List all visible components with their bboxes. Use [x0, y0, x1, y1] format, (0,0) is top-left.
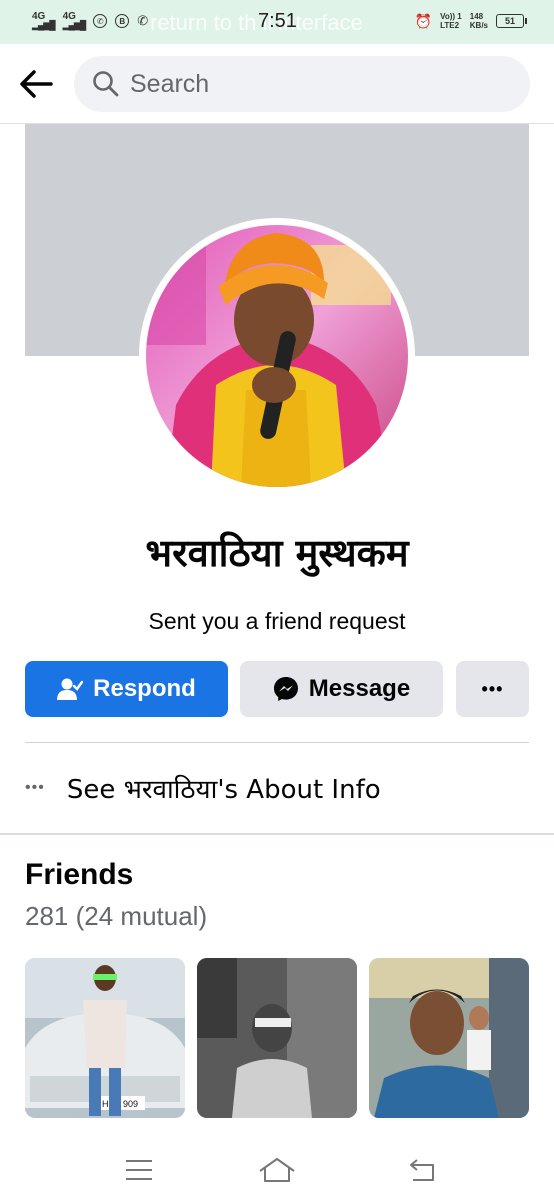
alarm-icon: ⏰	[414, 12, 433, 29]
battery-icon: 51	[496, 14, 527, 28]
search-bar[interactable]	[74, 56, 530, 112]
about-info-link[interactable]: ••• See भरवाठिया's About Info	[25, 766, 381, 810]
search-icon	[93, 71, 119, 97]
back-nav-button[interactable]	[392, 1150, 452, 1190]
back-button[interactable]	[16, 64, 56, 104]
messenger-icon	[273, 677, 298, 701]
more-dots-icon: •••	[481, 678, 504, 699]
search-input[interactable]	[130, 69, 510, 99]
signal-icon-2: 4G ▂▄▆█	[62, 11, 87, 30]
message-button[interactable]: Message	[240, 661, 443, 717]
person-check-icon	[57, 678, 84, 700]
signal-icon-1: 4G ▂▄▆█	[32, 11, 56, 30]
clock: 7:51	[258, 10, 297, 32]
friend-request-subtitle: Sent you a friend request	[148, 608, 406, 634]
menu-nav-button[interactable]	[109, 1150, 169, 1190]
home-icon	[259, 1158, 295, 1182]
respond-label: Respond	[93, 675, 196, 702]
return-icon	[410, 1159, 434, 1181]
friend-photo-3[interactable]	[369, 958, 529, 1118]
speed-indicator: 148 KB/s	[469, 12, 488, 30]
status-right-icons: ⏰ Vo)) 1 LTE2 148 KB/s 51	[414, 12, 527, 30]
b-app-icon: B	[115, 14, 130, 28]
profile-avatar[interactable]	[146, 225, 408, 487]
ellipsis-icon: •••	[25, 779, 45, 796]
top-bar	[0, 44, 554, 124]
profile-name: भरवाठिया मुस्थकम	[145, 531, 409, 575]
whatsapp-icon: ✆	[93, 14, 108, 28]
about-info-label: See भरवाठिया's About Info	[66, 775, 381, 805]
friends-count: 281 (24 mutual)	[25, 901, 208, 931]
network-indicator: Vo)) 1 LTE2	[440, 12, 462, 30]
respond-button[interactable]: Respond	[25, 661, 228, 717]
status-bar: 4G ▂▄▆█ 4G ▂▄▆█ ✆ B ✆ return to th ll inte…	[0, 0, 554, 44]
system-nav-bar	[0, 1140, 554, 1200]
menu-icon	[126, 1160, 152, 1180]
phone-icon: ✆	[137, 13, 149, 28]
section-divider	[0, 833, 554, 835]
status-left-icons: 4G ▂▄▆█ 4G ▂▄▆█ ✆ B ✆	[32, 12, 148, 30]
divider	[25, 742, 529, 743]
friend-photo-2[interactable]	[197, 958, 357, 1118]
friend-photo-1[interactable]: HO3 909	[25, 958, 185, 1118]
friends-heading: Friends	[25, 858, 134, 891]
more-options-button[interactable]: •••	[456, 661, 529, 717]
home-nav-button[interactable]	[247, 1150, 307, 1190]
message-label: Message	[308, 675, 411, 702]
back-arrow-icon	[20, 70, 53, 98]
ghost-overlay-text: return to th ll interface	[150, 10, 363, 35]
